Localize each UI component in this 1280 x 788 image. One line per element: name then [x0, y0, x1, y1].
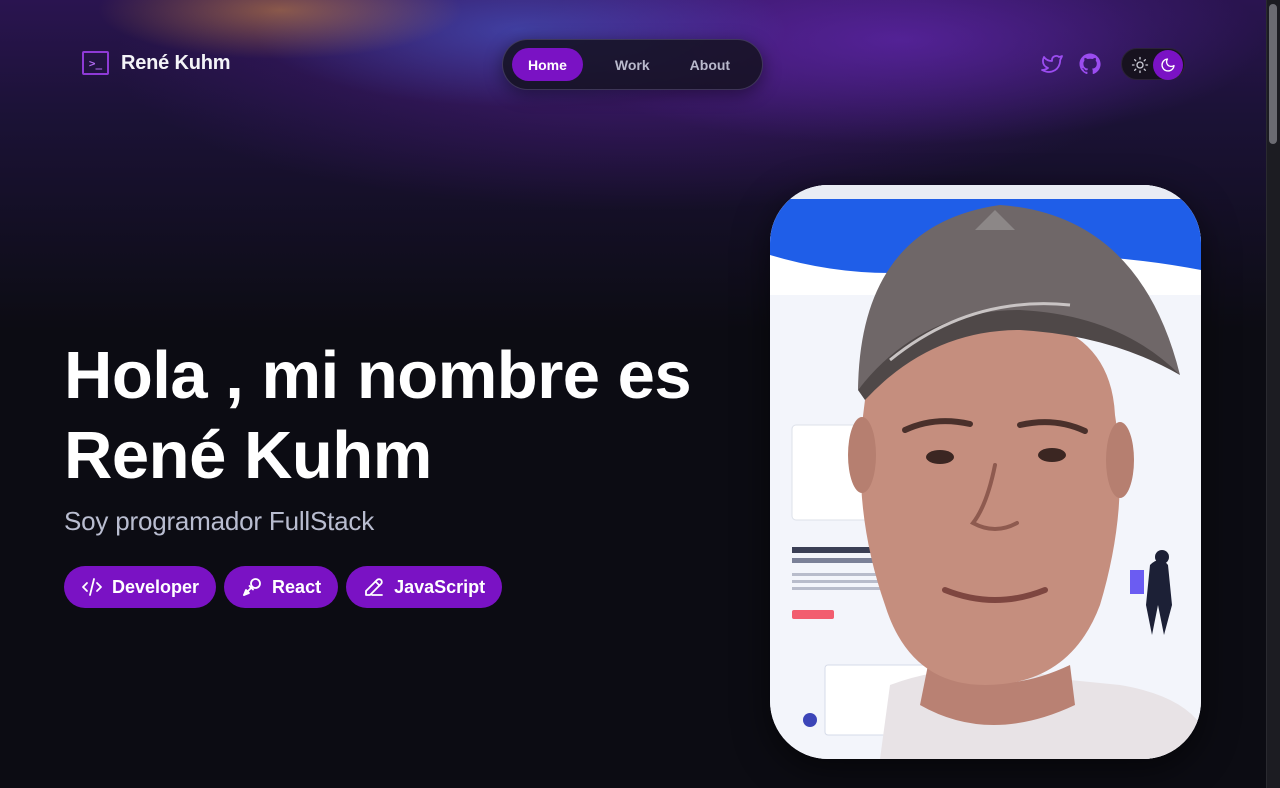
- skill-tags: Developer React JavaScript: [64, 566, 503, 608]
- site-logo[interactable]: >_ René Kuhm: [82, 51, 231, 75]
- site-name: René Kuhm: [121, 51, 231, 74]
- twitter-icon[interactable]: [1040, 52, 1064, 76]
- nav-work[interactable]: Work: [599, 48, 666, 81]
- main-nav: Home Work About: [502, 39, 763, 90]
- microphone-icon: [243, 578, 261, 596]
- pencil-icon: [365, 578, 383, 596]
- scrollbar-thumb[interactable]: [1269, 4, 1277, 144]
- theme-toggle-knob[interactable]: [1153, 50, 1183, 80]
- scrollbar[interactable]: [1266, 0, 1280, 788]
- hero-subtitle: Soy programador FullStack: [64, 506, 375, 536]
- hero-title: Hola , mi nombre es René Kuhm: [64, 338, 692, 493]
- nav-about[interactable]: About: [674, 48, 746, 81]
- tag-label: Developer: [112, 576, 200, 597]
- tag-react[interactable]: React: [224, 566, 339, 608]
- moon-icon: [1161, 58, 1175, 72]
- tag-label: React: [272, 576, 322, 597]
- tag-developer[interactable]: Developer: [64, 566, 217, 608]
- theme-toggle[interactable]: [1121, 48, 1185, 80]
- profile-photo-illustration: [770, 185, 1201, 759]
- profile-photo: [770, 185, 1201, 759]
- code-icon: [82, 578, 102, 596]
- sun-icon[interactable]: [1131, 56, 1149, 74]
- nav-home[interactable]: Home: [512, 48, 583, 81]
- terminal-glyph: >_: [88, 56, 103, 70]
- tag-label: JavaScript: [394, 576, 486, 597]
- github-icon[interactable]: [1078, 52, 1102, 76]
- page: >_ René Kuhm Home Work About Hola , mi n…: [0, 0, 1280, 788]
- terminal-icon: >_: [82, 51, 109, 75]
- tag-javascript[interactable]: JavaScript: [346, 566, 503, 608]
